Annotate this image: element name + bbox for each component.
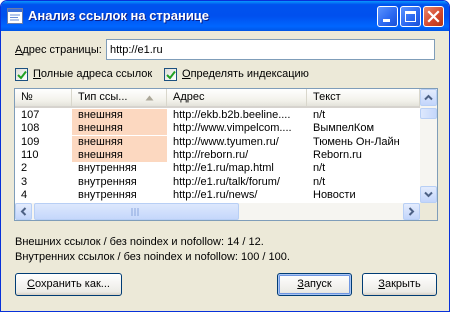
detect-indexing-checkbox[interactable] [164, 68, 177, 81]
cell-address: http://ekb.b2b.beeline.... [173, 109, 291, 121]
cell-number: 2 [21, 162, 28, 175]
cell-address: http://www.vimpelcom.... [173, 122, 292, 135]
table-row[interactable]: 109 внешняя http://www.tyumen.ru/Тюмень Он… [15, 135, 420, 149]
scroll-left-button[interactable] [15, 203, 32, 220]
column-header-text[interactable]: Текст [307, 89, 420, 106]
vertical-scroll-thumb[interactable] [420, 108, 437, 119]
table-row[interactable]: 4 внутренняя http://e1.ru/news/Новости [15, 189, 420, 202]
cell-type: внутренняя [78, 188, 137, 201]
start-mnemonic: З [297, 278, 304, 290]
minimize-icon [383, 19, 390, 22]
arrow-down-icon [424, 191, 433, 198]
cell-type: внешняя [72, 135, 167, 149]
address-input[interactable] [106, 39, 435, 60]
detect-indexing-text: пределять индексацию [190, 68, 309, 80]
close-mnemonic: З [378, 278, 385, 290]
cell-text: n/t [313, 175, 326, 188]
save-as-button[interactable]: Сохранить как... [15, 273, 122, 296]
cell-type: внешняя [72, 122, 167, 136]
horizontal-scrollbar[interactable] [15, 203, 420, 220]
full-urls-mnemonic: П [33, 68, 41, 80]
cell-number: 4 [21, 188, 28, 201]
internal-links-stats: Внутренних ссылок / без noindex и nofoll… [15, 251, 290, 263]
cell-number: 110 [21, 148, 39, 161]
cell-number: 108 [21, 122, 40, 135]
sort-ascending-icon [145, 95, 154, 101]
table-row[interactable]: 3 внутренняя http://e1.ru/talk/forum/n/t [15, 176, 420, 189]
minimize-button[interactable] [377, 6, 398, 27]
save-as-label: охранить как... [35, 278, 110, 290]
arrow-left-icon [20, 207, 27, 216]
full-urls-label[interactable]: Полные адреса ссылок [33, 68, 152, 80]
cell-text: n/t [313, 162, 326, 175]
cell-text: Reborn.ru [313, 148, 362, 161]
cell-address: http://e1.ru/map.html [173, 162, 274, 175]
cell-text: Новости [313, 188, 356, 201]
column-header-number[interactable]: № [15, 89, 72, 106]
scroll-down-button[interactable] [420, 186, 437, 203]
cell-number: 109 [21, 135, 40, 148]
close-label: акрыть [384, 278, 421, 290]
arrow-right-icon [408, 207, 415, 216]
column-header-address[interactable]: Адрес [167, 89, 307, 106]
cell-address: http://e1.ru/news/ [173, 188, 258, 201]
cell-address: http://www.tyumen.ru/ [173, 135, 279, 148]
cell-text: ВымпелКом [313, 122, 375, 135]
table-row[interactable]: 110 внешняя http://reborn.ru/Reborn.ru [15, 148, 420, 162]
cell-number: 107 [21, 109, 40, 121]
scrollbar-corner [420, 203, 437, 220]
column-header-type-label: Тип ссы... [78, 91, 128, 103]
arrow-up-icon [424, 94, 433, 101]
maximize-icon [405, 11, 416, 22]
cell-address: http://reborn.ru/ [173, 148, 249, 161]
cell-text: n/t [313, 109, 326, 121]
close-button[interactable]: Закрыть [362, 273, 437, 296]
links-table[interactable]: № Тип ссы... Адрес Текст 107 внешняя http:… [14, 88, 438, 221]
address-label: Адрес страницы: [15, 44, 102, 56]
detect-indexing-mnemonic: О [182, 68, 191, 80]
cell-type: внешняя [72, 148, 167, 162]
title-bar[interactable]: Анализ ссылок на странице [1, 1, 449, 31]
scroll-up-button[interactable] [420, 89, 437, 106]
start-button[interactable]: Запуск [277, 273, 352, 296]
app-icon [7, 8, 23, 24]
detect-indexing-label[interactable]: Определять индексацию [182, 68, 309, 80]
column-header-type[interactable]: Тип ссы... [72, 89, 167, 106]
start-label: апуск [303, 278, 332, 290]
close-window-button[interactable] [423, 6, 444, 27]
cell-address: http://e1.ru/talk/forum/ [173, 175, 280, 188]
maximize-button[interactable] [400, 6, 421, 27]
checkmark-icon [166, 70, 176, 80]
table-header: № Тип ссы... Адрес Текст [15, 89, 420, 108]
vertical-scrollbar[interactable] [420, 89, 437, 203]
cell-type: внешняя [72, 109, 167, 122]
cell-number: 3 [21, 175, 28, 188]
table-row[interactable]: 108 внешняя http://www.vimpelcom.... Вымпел… [15, 122, 420, 136]
full-urls-text: олные адреса ссылок [40, 68, 153, 80]
full-urls-checkbox[interactable] [15, 68, 28, 81]
cell-type: внутренняя [78, 162, 137, 175]
table-row[interactable]: 2 внутренняя http://e1.ru/map.html n/t [15, 162, 420, 175]
scroll-right-button[interactable] [403, 203, 420, 220]
cell-text: Тюмень Он-Лайн [313, 135, 400, 148]
external-links-stats: Внешних ссылок / без noindex и nofollow:… [15, 236, 264, 248]
cell-type: внутренняя [78, 175, 137, 188]
save-as-mnemonic: С [27, 278, 35, 290]
dialog-window: Анализ ссылок на странице Адрес страницы… [0, 0, 450, 312]
address-label-text: дрес страницы: [22, 44, 102, 56]
table-row[interactable]: 107 внешняя http://ekb.b2b.beeline.... n/t [15, 109, 420, 122]
window-title: Анализ ссылок на странице [28, 8, 210, 23]
checkmark-icon [17, 70, 27, 80]
grip-icon [131, 208, 139, 216]
close-icon [427, 10, 440, 23]
horizontal-scroll-thumb[interactable] [34, 203, 239, 220]
